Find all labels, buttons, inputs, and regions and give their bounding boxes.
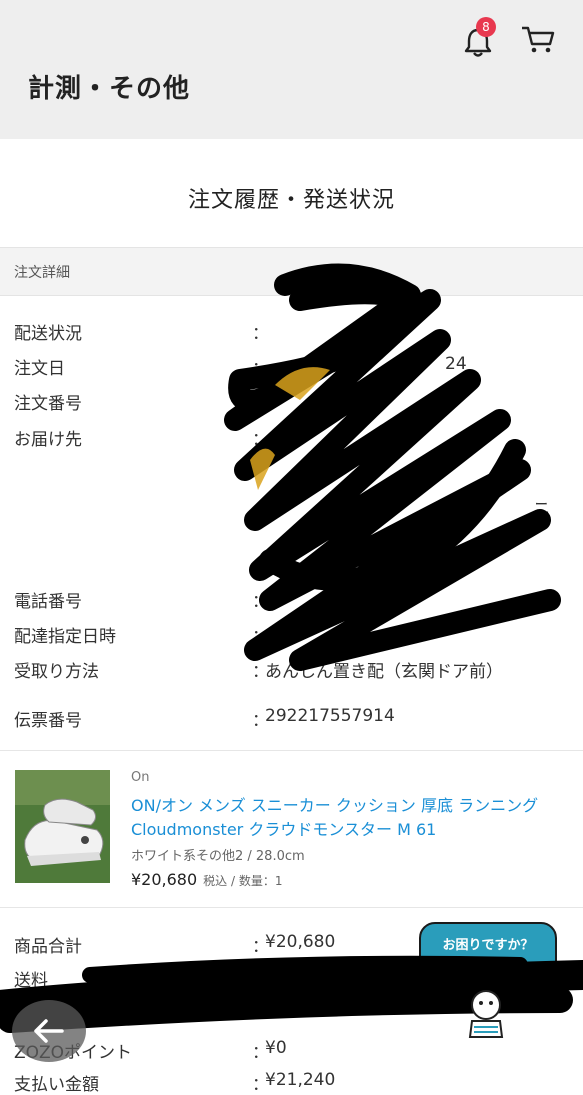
notification-badge: 8 [476,17,496,37]
total-value: ¥21,240 [265,1070,336,1090]
help-line-1: お困りですか？ [442,938,534,953]
tracking-number[interactable]: 292217557914 [265,706,395,726]
section-header: 注文詳細 [0,247,583,296]
order-date-value: 24 [445,354,467,374]
colon: ： [252,592,269,612]
back-button[interactable] [12,1000,86,1062]
product-name-link[interactable]: ON/オン メンズ スニーカー クッション 厚底 ランニング Cloudmons… [131,794,561,842]
colon: ： [252,394,269,414]
product-brand: On [131,770,150,785]
app-header: 計測・その他 [0,0,583,139]
divider [0,907,583,908]
order-date-label: 注文日 [14,359,65,379]
shipping-fee-label: 送料 [14,971,48,991]
delivery-to-label: お届け先 [14,430,82,450]
product-thumbnail[interactable] [15,770,110,883]
divider [0,750,583,751]
points-value: ¥0 [265,1038,287,1058]
receive-method-value: あんしん置き配（玄関ドア前） [265,662,503,682]
receive-method-label: 受取り方法 [14,662,99,682]
delivery-date-label: 配達指定日時 [14,627,116,647]
colon: ： [252,627,269,647]
cart-icon[interactable] [520,24,556,56]
product-price: ¥20,680 税込 / 数量：1 [131,870,282,889]
address-fragment: ス [496,527,513,547]
section-title: 注文詳細 [14,265,70,281]
address-fragment: ニ [533,499,550,519]
product-variant: ホワイト系その他2 / 28.0cm [131,849,305,864]
shipping-status-label: 配送状況 [14,324,82,344]
page-title: 注文履歴・発送状況 [187,188,395,213]
page-heading: 注文履歴・発送状況 [0,139,583,247]
header-title: 計測・その他 [28,74,191,104]
colon: ： [252,359,269,379]
price-note: 税込 / 数量：1 [203,874,283,888]
subtotal-label: 商品合計 [14,937,82,957]
order-number-label: 注文番号 [14,394,82,414]
back-arrow-icon [34,1019,64,1043]
help-chat-button[interactable]: お困りですか？ ご用件を伺います [419,922,557,990]
total-label: 支払い金額 [14,1075,99,1095]
colon: ： [252,324,269,344]
subtotal-value: ¥20,680 [265,932,336,952]
phone-label: 電話番号 [14,592,82,612]
price-value: ¥20,680 [131,870,198,889]
tracking-label: 伝票番号 [14,711,82,731]
help-line-2: ご用件を伺います [444,961,532,974]
colon: ： [252,430,269,450]
mascot-icon[interactable] [456,983,516,1043]
